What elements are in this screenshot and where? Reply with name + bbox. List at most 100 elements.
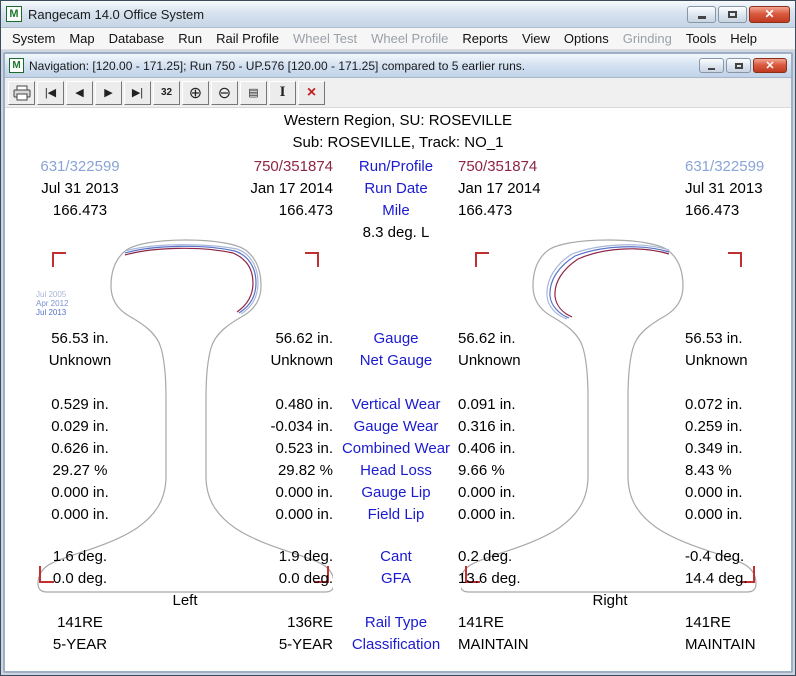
combined-wear-left-outer: 0.626 in. xyxy=(5,438,155,460)
first-run-icon: |◀ xyxy=(45,86,56,99)
run-date-label: Run Date xyxy=(337,178,455,200)
mile-label: Mile xyxy=(337,200,455,222)
menu-item-rail-profile[interactable]: Rail Profile xyxy=(209,29,286,48)
measure-button[interactable]: ▤ xyxy=(240,81,267,105)
size-32-icon: 32 xyxy=(161,87,172,98)
nav-close-button[interactable]: ✕ xyxy=(753,58,787,73)
minimize-icon xyxy=(698,16,706,19)
rail-type-right-inner: 141RE xyxy=(455,612,625,634)
classification-right-outer: MAINTAIN xyxy=(625,634,789,656)
next-run-button[interactable]: ▶ xyxy=(95,81,122,105)
menu-item-system[interactable]: System xyxy=(5,29,62,48)
right-rail-label: Right xyxy=(510,590,710,612)
cant-left-outer: 1.6 deg. xyxy=(5,546,155,568)
menu-item-view[interactable]: View xyxy=(515,29,557,48)
zoom-out-button[interactable]: ⊖ xyxy=(211,81,238,105)
toolbar: |◀ ◀ ▶ ▶| 32 ⊕ ⊖ ▤ I × xyxy=(5,78,791,108)
vertical-wear-left-outer: 0.529 in. xyxy=(5,394,155,416)
head-loss-right-outer: 8.43 % xyxy=(625,460,789,482)
gauge-lip-label: Gauge Lip xyxy=(337,482,455,504)
classification-right-inner: MAINTAIN xyxy=(455,634,625,656)
gauge-wear-left-inner: -0.034 in. xyxy=(155,416,337,438)
nav-minimize-button[interactable] xyxy=(699,58,724,73)
maximize-icon xyxy=(728,11,737,18)
app-icon: M xyxy=(6,6,22,22)
size-32-button[interactable]: 32 xyxy=(153,81,180,105)
net-gauge-label: Net Gauge xyxy=(337,350,455,372)
run-profile-label: Run/Profile xyxy=(337,156,455,178)
gauge-lip-right-inner: 0.000 in. xyxy=(455,482,625,504)
last-run-icon: ▶| xyxy=(132,86,143,99)
gfa-right-outer: 14.4 deg. xyxy=(625,568,789,590)
head-loss-label: Head Loss xyxy=(337,460,455,482)
classification-left-outer: 5-YEAR xyxy=(5,634,155,656)
cant-right-outer: -0.4 deg. xyxy=(625,546,789,568)
net-gauge-left-outer: Unknown xyxy=(5,350,155,372)
menu-item-run[interactable]: Run xyxy=(171,29,209,48)
menu-item-wheel-test: Wheel Test xyxy=(286,29,364,48)
gfa-right-inner: 13.6 deg. xyxy=(455,568,625,590)
vertical-wear-left-inner: 0.480 in. xyxy=(155,394,337,416)
first-run-button[interactable]: |◀ xyxy=(37,81,64,105)
menu-item-options[interactable]: Options xyxy=(557,29,616,48)
run-date-left-outer: Jul 31 2013 xyxy=(5,178,155,200)
prev-run-button[interactable]: ◀ xyxy=(66,81,93,105)
gauge-lip-left-inner: 0.000 in. xyxy=(155,482,337,504)
row-gauge-lip: 0.000 in. 0.000 in. Gauge Lip 0.000 in. … xyxy=(5,482,791,504)
mile-left-inner: 166.473 xyxy=(155,200,337,222)
navigation-window-icon: M xyxy=(9,58,24,73)
gfa-left-inner: 0.0 deg. xyxy=(155,568,337,590)
head-loss-left-inner: 29.82 % xyxy=(155,460,337,482)
run-date-left-inner: Jan 17 2014 xyxy=(155,178,337,200)
row-net-gauge: Unknown Unknown Net Gauge Unknown Unknow… xyxy=(5,350,791,372)
curvature-value: 8.3 deg. L xyxy=(337,222,455,244)
exit-icon: × xyxy=(307,84,316,102)
cant-label: Cant xyxy=(337,546,455,568)
gauge-lip-right-outer: 0.000 in. xyxy=(625,482,789,504)
row-gauge-wear: 0.029 in. -0.034 in. Gauge Wear 0.316 in… xyxy=(5,416,791,438)
maximize-button[interactable] xyxy=(718,6,747,23)
row-gfa: 0.0 deg. 0.0 deg. GFA 13.6 deg. 14.4 deg… xyxy=(5,568,791,590)
menu-item-tools[interactable]: Tools xyxy=(679,29,723,48)
window-title: Rangecam 14.0 Office System xyxy=(28,7,204,22)
gfa-left-outer: 0.0 deg. xyxy=(5,568,155,590)
rail-profile-button[interactable]: I xyxy=(269,81,296,105)
left-rail-label: Left xyxy=(85,590,285,612)
gauge-wear-label: Gauge Wear xyxy=(337,416,455,438)
nav-maximize-button[interactable] xyxy=(726,58,751,73)
zoom-in-button[interactable]: ⊕ xyxy=(182,81,209,105)
row-head-loss: 29.27 % 29.82 % Head Loss 9.66 % 8.43 % xyxy=(5,460,791,482)
minimize-button[interactable] xyxy=(687,6,716,23)
close-button[interactable]: ✕ xyxy=(749,6,790,23)
legend-item: Jul 2013 xyxy=(36,308,68,317)
row-combined-wear: 0.626 in. 0.523 in. Combined Wear 0.406 … xyxy=(5,438,791,460)
gauge-wear-right-inner: 0.316 in. xyxy=(455,416,625,438)
measurement-grid: 631/322599 750/351874 Run/Profile 750/35… xyxy=(5,156,791,656)
run-legend: Jul 2005 Apr 2012 Jul 2013 xyxy=(36,290,68,317)
gauge-wear-left-outer: 0.029 in. xyxy=(5,416,155,438)
profile-view: Western Region, SU: ROSEVILLE Sub: ROSEV… xyxy=(5,108,791,671)
gauge-wear-right-outer: 0.259 in. xyxy=(625,416,789,438)
gauge-right-inner: 56.62 in. xyxy=(455,328,625,350)
menu-item-reports[interactable]: Reports xyxy=(455,29,515,48)
net-gauge-right-outer: Unknown xyxy=(625,350,789,372)
last-run-button[interactable]: ▶| xyxy=(124,81,151,105)
menu-item-database[interactable]: Database xyxy=(102,29,172,48)
classification-label: Classification xyxy=(337,634,455,656)
row-run-date: Jul 31 2013 Jan 17 2014 Run Date Jan 17 … xyxy=(5,178,791,200)
rail-type-left-outer: 141RE xyxy=(5,612,155,634)
vertical-wear-right-outer: 0.072 in. xyxy=(625,394,789,416)
gauge-lip-left-outer: 0.000 in. xyxy=(5,482,155,504)
menu-item-help[interactable]: Help xyxy=(723,29,764,48)
print-button[interactable] xyxy=(8,81,35,105)
close-icon: ✕ xyxy=(764,7,774,21)
row-curvature: 8.3 deg. L xyxy=(5,222,791,244)
field-lip-left-inner: 0.000 in. xyxy=(155,504,337,526)
gauge-right-outer: 56.53 in. xyxy=(625,328,789,350)
menu-bar: System Map Database Run Rail Profile Whe… xyxy=(1,28,795,50)
navigation-window-title: Navigation: [120.00 - 171.25]; Run 750 -… xyxy=(29,59,525,73)
row-gauge: 56.53 in. 56.62 in. Gauge 56.62 in. 56.5… xyxy=(5,328,791,350)
menu-item-map[interactable]: Map xyxy=(62,29,101,48)
mile-right-outer: 166.473 xyxy=(625,200,789,222)
exit-button[interactable]: × xyxy=(298,81,325,105)
